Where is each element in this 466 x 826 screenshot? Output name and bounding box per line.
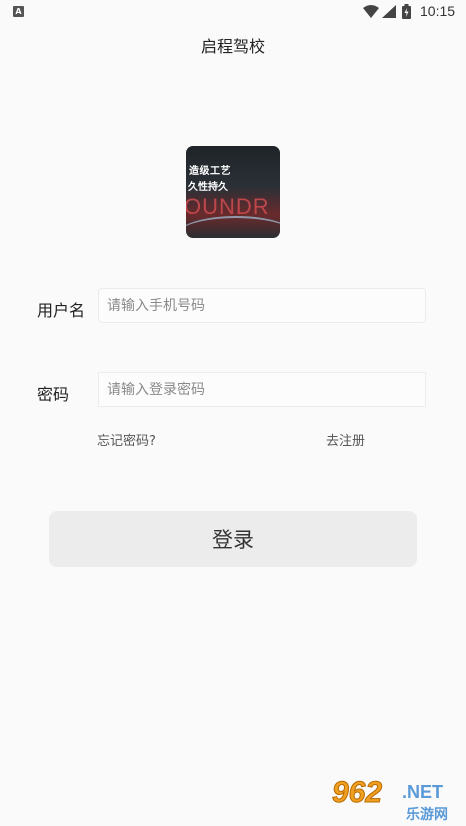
wifi-icon	[363, 5, 379, 18]
login-button[interactable]: 登录	[49, 511, 417, 567]
battery-icon	[402, 4, 411, 19]
username-input[interactable]	[98, 288, 426, 323]
password-label: 密码	[37, 385, 70, 404]
username-label: 用户名	[37, 301, 86, 320]
password-input[interactable]	[98, 372, 426, 407]
watermark-site-name: 乐游网	[406, 807, 448, 823]
watermark-domain: .NET	[402, 782, 444, 802]
login-screen: A 10:15 启程驾校 造级工艺 久性持久 OUNDR 用户名 密码 忘记密码…	[0, 0, 466, 826]
status-bar: A 10:15	[0, 0, 466, 24]
logo-text-line1: 造级工艺	[189, 166, 231, 177]
page-title: 启程驾校	[200, 37, 265, 56]
logo-arc-decoration	[186, 216, 280, 238]
register-link[interactable]: 去注册	[326, 430, 365, 449]
app-logo: 造级工艺 久性持久 OUNDR	[186, 146, 280, 238]
notification-app-icon: A	[13, 6, 24, 17]
forgot-password-link[interactable]: 忘记密码?	[97, 430, 156, 449]
logo-text-line2: 久性持久	[188, 182, 228, 193]
site-watermark: 962 .NET 乐游网	[328, 776, 460, 824]
status-time: 10:15	[420, 3, 456, 19]
watermark-number: 962	[331, 776, 383, 810]
signal-icon	[382, 5, 396, 18]
